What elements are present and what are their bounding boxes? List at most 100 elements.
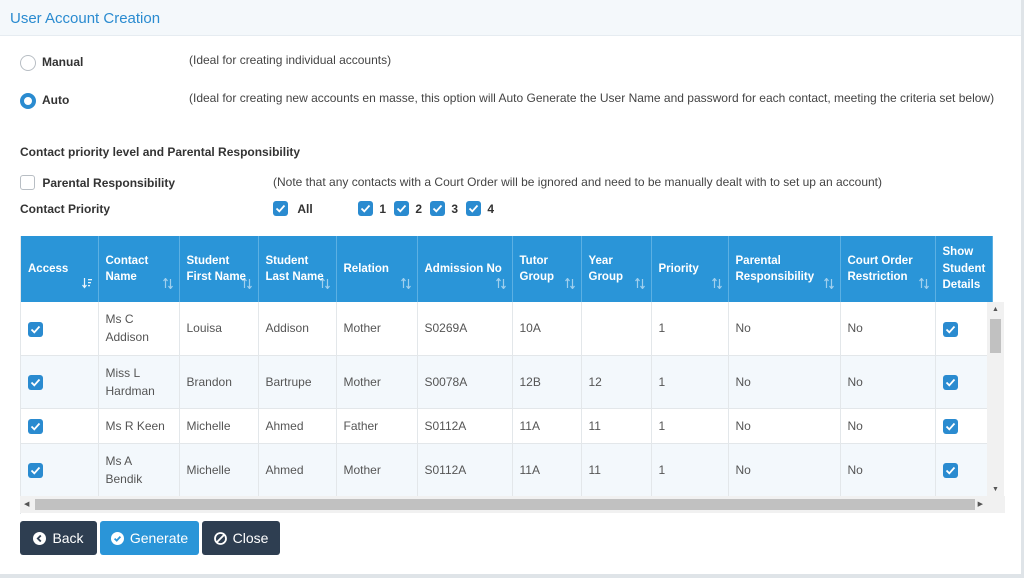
col-header-court-order-restriction[interactable]: Court Order Restriction	[840, 236, 936, 302]
sort-icon[interactable]	[241, 277, 252, 295]
sort-icon[interactable]	[564, 277, 575, 295]
show-details-checkbox[interactable]	[942, 462, 958, 478]
show-details-cell	[935, 443, 994, 497]
access-checkbox[interactable]	[28, 321, 43, 337]
admission-no-cell: S0112A	[417, 408, 513, 444]
show-details-checkbox[interactable]	[942, 321, 958, 337]
priority-cell: 1	[651, 302, 729, 356]
last-name-cell: Ahmed	[258, 408, 337, 444]
access-checkbox[interactable]	[28, 374, 43, 390]
horizontal-scroll-thumb[interactable]	[35, 499, 975, 510]
relation-cell: Mother	[336, 443, 418, 497]
show-details-cell	[935, 408, 994, 444]
col-header-contact-name[interactable]: Contact Name	[98, 236, 180, 302]
table-header-row: Access Contact Name Student First Name S…	[21, 236, 994, 302]
col-header-student-first-name[interactable]: Student First Name	[179, 236, 259, 302]
close-button-label: Close	[232, 530, 269, 546]
show-details-cell	[935, 355, 994, 409]
col-header-relation[interactable]: Relation	[336, 236, 418, 302]
priority-4-option[interactable]: 4	[466, 201, 494, 217]
sort-icon[interactable]	[319, 277, 330, 295]
horizontal-scrollbar[interactable]: ◀ ▶	[20, 496, 1005, 513]
priority-all-label: All	[297, 201, 313, 216]
scroll-left-icon[interactable]: ◀	[24, 500, 29, 508]
parental-responsibility-checkbox[interactable]	[20, 175, 35, 191]
manual-option[interactable]: Manual	[20, 54, 83, 71]
access-cell	[21, 443, 99, 497]
access-checkbox[interactable]	[28, 462, 43, 478]
priority-3-option[interactable]: 3	[430, 201, 458, 217]
auto-radio[interactable]	[20, 93, 36, 109]
scroll-down-icon[interactable]: ▼	[992, 486, 999, 493]
sort-icon[interactable]	[400, 277, 411, 295]
sort-icon[interactable]	[634, 277, 645, 295]
vertical-scroll-thumb[interactable]	[990, 319, 1001, 353]
table-row: Ms A Bendik Michelle Ahmed Mother S0112A…	[21, 443, 994, 497]
manual-description: (Ideal for creating individual accounts)	[189, 53, 392, 67]
col-header-parental-responsibility[interactable]: Parental Responsibility	[728, 236, 841, 302]
contact-section-title: Contact priority level and Parental Resp…	[20, 145, 301, 159]
priority-1-option[interactable]: 1	[358, 201, 386, 217]
sort-asc-icon[interactable]	[81, 277, 92, 295]
parental-cell: No	[728, 355, 841, 409]
auto-label: Auto	[42, 93, 70, 107]
admission-no-cell: S0078A	[417, 355, 513, 409]
sort-icon[interactable]	[823, 277, 834, 295]
priority-all-checkbox[interactable]	[273, 201, 288, 217]
generate-button[interactable]: Generate	[100, 521, 199, 555]
col-header-admission-no[interactable]: Admission No	[417, 236, 513, 302]
col-header-student-last-name[interactable]: Student Last Name	[258, 236, 337, 302]
col-header-show-student-details[interactable]: Show Student Details	[935, 236, 994, 302]
parental-cell: No	[728, 443, 841, 497]
user-account-dialog: User Account Creation Manual (Ideal for …	[0, 0, 1021, 574]
year-group-cell: 12	[581, 355, 652, 409]
contact-name-cell: Ms C Addison	[98, 302, 180, 356]
parental-responsibility-label: Parental Responsibility	[42, 175, 176, 190]
scroll-up-icon[interactable]: ▲	[992, 306, 999, 313]
auto-option[interactable]: Auto	[20, 92, 69, 109]
parental-cell: No	[728, 408, 841, 444]
sort-icon[interactable]	[711, 277, 722, 295]
priority-cell: 1	[651, 408, 729, 444]
access-cell	[21, 408, 99, 444]
vertical-scrollbar[interactable]: ▲ ▼	[987, 302, 1004, 496]
sort-icon[interactable]	[162, 277, 173, 295]
priority-cell: 1	[651, 355, 729, 409]
first-name-cell: Michelle	[179, 408, 259, 444]
contact-name-cell: Ms R Keen	[98, 408, 180, 444]
parental-responsibility-option[interactable]: Parental Responsibility	[20, 175, 176, 191]
priority-2-option[interactable]: 2	[394, 201, 422, 217]
priority-3-checkbox[interactable]	[430, 201, 445, 217]
priority-4-checkbox[interactable]	[466, 201, 481, 217]
admission-no-cell: S0112A	[417, 443, 513, 497]
last-name-cell: Addison	[258, 302, 337, 356]
access-checkbox[interactable]	[28, 418, 43, 434]
access-cell	[21, 355, 99, 409]
first-name-cell: Michelle	[179, 443, 259, 497]
col-header-year-group[interactable]: Year Group	[581, 236, 652, 302]
priority-1-checkbox[interactable]	[358, 201, 373, 217]
first-name-cell: Brandon	[179, 355, 259, 409]
close-button[interactable]: Close	[202, 521, 280, 555]
generate-button-label: Generate	[129, 530, 189, 546]
contacts-table: Access Contact Name Student First Name S…	[20, 236, 1005, 514]
dialog-title: User Account Creation	[10, 10, 161, 27]
tutor-group-cell: 12B	[512, 355, 582, 409]
col-header-access[interactable]: Access	[21, 236, 99, 302]
year-group-cell	[581, 302, 652, 356]
manual-radio[interactable]	[20, 55, 36, 71]
court-order-cell: No	[840, 302, 936, 356]
sort-icon[interactable]	[918, 277, 929, 295]
access-cell	[21, 302, 99, 356]
show-details-checkbox[interactable]	[942, 374, 958, 390]
scroll-right-icon[interactable]: ▶	[978, 500, 983, 508]
sort-icon[interactable]	[495, 277, 506, 295]
priority-all-option[interactable]: All	[273, 201, 313, 217]
priority-2-checkbox[interactable]	[394, 201, 409, 217]
show-details-checkbox[interactable]	[942, 418, 958, 434]
col-header-tutor-group[interactable]: Tutor Group	[512, 236, 582, 302]
col-header-priority[interactable]: Priority	[651, 236, 729, 302]
court-order-note: (Note that any contacts with a Court Ord…	[273, 175, 883, 189]
table-row: Ms R Keen Michelle Ahmed Father S0112A 1…	[21, 408, 994, 444]
back-button[interactable]: Back	[20, 521, 97, 555]
